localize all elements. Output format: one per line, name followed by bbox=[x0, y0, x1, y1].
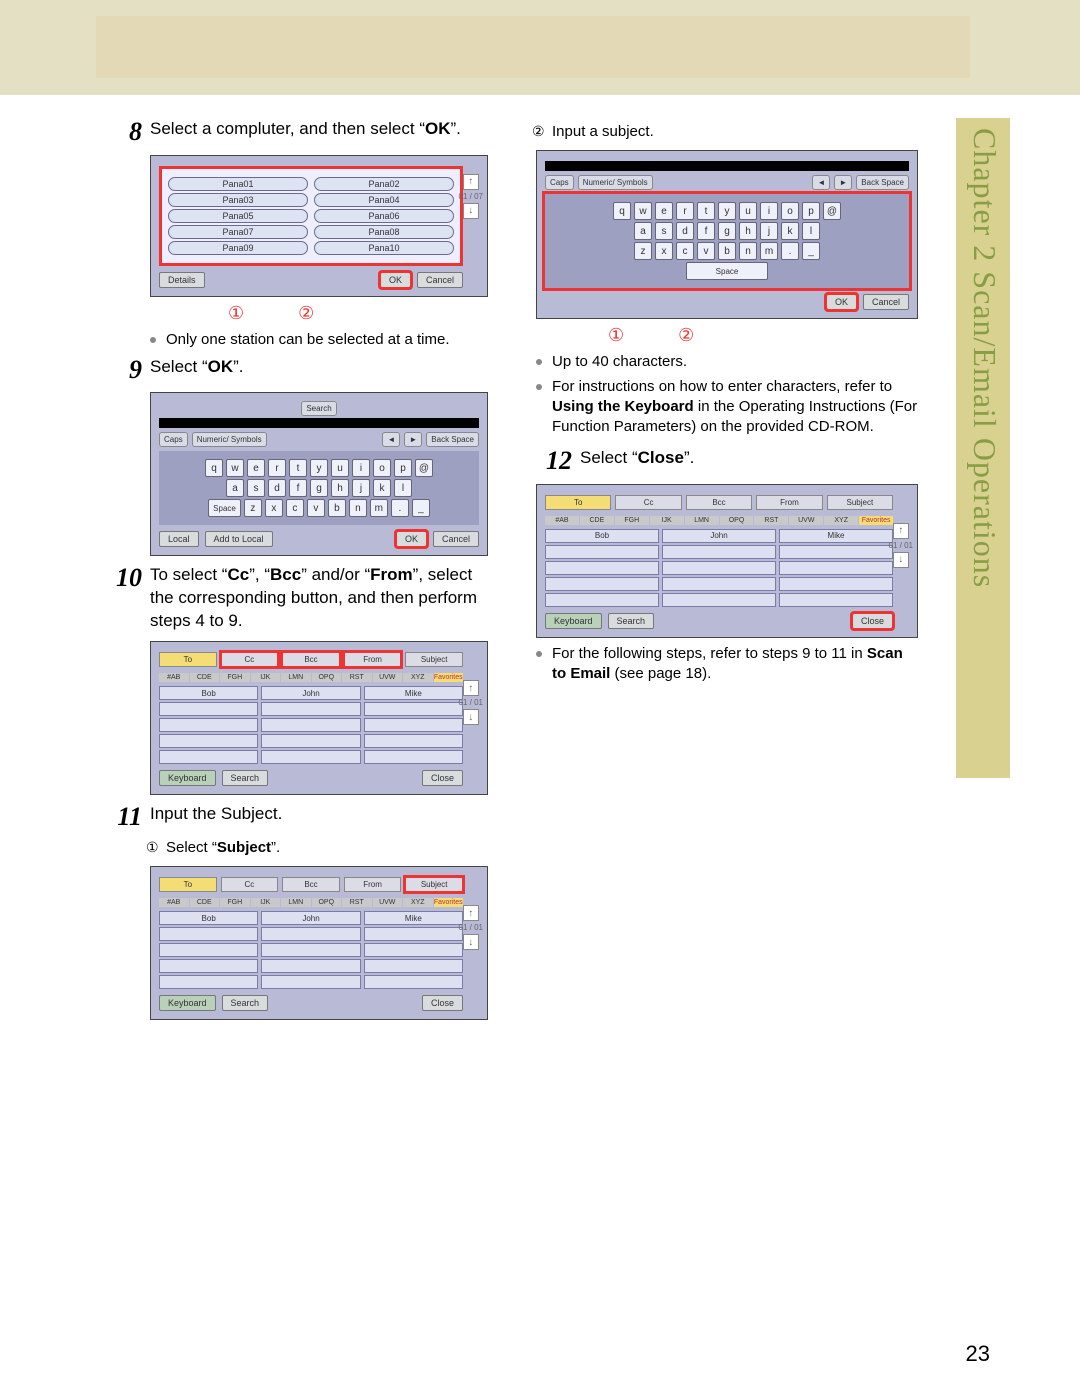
step-11-num: 11 bbox=[98, 803, 150, 832]
step-10-text: To select “Cc”, “Bcc” and/or “From”, sel… bbox=[150, 564, 488, 633]
details-button: Details bbox=[159, 272, 205, 288]
step-10-num: 10 bbox=[98, 564, 150, 633]
step-9-num: 9 bbox=[98, 356, 150, 385]
scroll-down-icon: ↓ bbox=[463, 203, 479, 219]
figure-step9: Search Caps Numeric/ Symbols ◄ ► Back Sp… bbox=[150, 392, 488, 556]
step-12-num: 12 bbox=[528, 447, 580, 476]
note-40chars: Up to 40 characters. bbox=[536, 352, 918, 372]
figure-step11b: Caps Numeric/ Symbols ◄ ► Back Space qwe… bbox=[536, 150, 918, 319]
step11-sub1: Select “Subject”. bbox=[150, 838, 488, 858]
cancel-button: Cancel bbox=[417, 272, 463, 288]
step-11-text: Input the Subject. bbox=[150, 803, 488, 832]
close-button: Close bbox=[422, 770, 463, 786]
step-12-text: Select “Close”. bbox=[580, 447, 918, 476]
scroll-down-icon: ↓ bbox=[893, 552, 909, 568]
backspace-button: Back Space bbox=[856, 175, 909, 190]
scroll-up-icon: ↑ bbox=[463, 905, 479, 921]
step-8-num: 8 bbox=[98, 118, 150, 147]
search-button: Search bbox=[222, 770, 269, 786]
scroll-up-icon: ↑ bbox=[463, 680, 479, 696]
step8-note: Only one station can be selected at a ti… bbox=[150, 330, 488, 350]
cancel-button: Cancel bbox=[433, 531, 479, 547]
figure-step12: To Cc Bcc From Subject #ABCDEFGHIJKLMNOP… bbox=[536, 484, 918, 638]
keyboard-button: Keyboard bbox=[159, 770, 216, 786]
step-9-text: Select “OK”. bbox=[150, 356, 488, 385]
search-button: Search bbox=[222, 995, 269, 1011]
right-arrow-icon: ► bbox=[834, 175, 852, 190]
step11-sub2: Input a subject. bbox=[536, 122, 918, 142]
scroll-up-icon: ↑ bbox=[893, 523, 909, 539]
close-button: Close bbox=[852, 613, 893, 629]
callout-2: ② bbox=[678, 325, 694, 346]
cancel-button: Cancel bbox=[863, 294, 909, 310]
figure-step10: To Cc Bcc From Subject #ABCDEFGHIJKLMNOP… bbox=[150, 641, 488, 795]
keyboard-button: Keyboard bbox=[159, 995, 216, 1011]
add-to-local-button: Add to Local bbox=[205, 531, 273, 547]
search-button: Search bbox=[301, 401, 336, 416]
right-arrow-icon: ► bbox=[404, 432, 422, 447]
scroll-up-icon: ↑ bbox=[463, 174, 479, 190]
caps-button: Caps bbox=[159, 432, 188, 447]
local-button: Local bbox=[159, 531, 199, 547]
backspace-button: Back Space bbox=[426, 432, 479, 447]
step12-note: For the following steps, refer to steps … bbox=[536, 644, 918, 685]
chapter-tab: Chapter 2 Scan/Email Operations bbox=[956, 118, 1010, 778]
left-arrow-icon: ◄ bbox=[812, 175, 830, 190]
figure-step8: Pana01Pana02 Pana03Pana04 Pana05Pana06 P… bbox=[150, 155, 488, 297]
search-button: Search bbox=[608, 613, 655, 629]
close-button: Close bbox=[422, 995, 463, 1011]
scroll-down-icon: ↓ bbox=[463, 709, 479, 725]
keyboard-button: Keyboard bbox=[545, 613, 602, 629]
scroll-down-icon: ↓ bbox=[463, 934, 479, 950]
chapter-label: Chapter 2 Scan/Email Operations bbox=[966, 128, 1003, 588]
top-inset bbox=[96, 16, 970, 78]
figure-step11a: To Cc Bcc From Subject #ABCDEFGHIJKLMNOP… bbox=[150, 866, 488, 1020]
caps-button: Caps bbox=[545, 175, 574, 190]
left-arrow-icon: ◄ bbox=[382, 432, 400, 447]
ok-button: OK bbox=[396, 531, 427, 547]
callout-2: ② bbox=[298, 303, 314, 324]
ok-button: OK bbox=[380, 272, 411, 288]
page-number: 23 bbox=[966, 1341, 990, 1367]
note-keyboard-ref: For instructions on how to enter charact… bbox=[536, 377, 918, 438]
callout-1: ① bbox=[228, 303, 244, 324]
ok-button: OK bbox=[826, 294, 857, 310]
numeric-symbols-button: Numeric/ Symbols bbox=[192, 432, 267, 447]
numeric-symbols-button: Numeric/ Symbols bbox=[578, 175, 653, 190]
top-bar bbox=[0, 0, 1080, 95]
step-8-text: Select a compluter, and then select “OK”… bbox=[150, 118, 488, 147]
callout-1: ① bbox=[608, 325, 624, 346]
